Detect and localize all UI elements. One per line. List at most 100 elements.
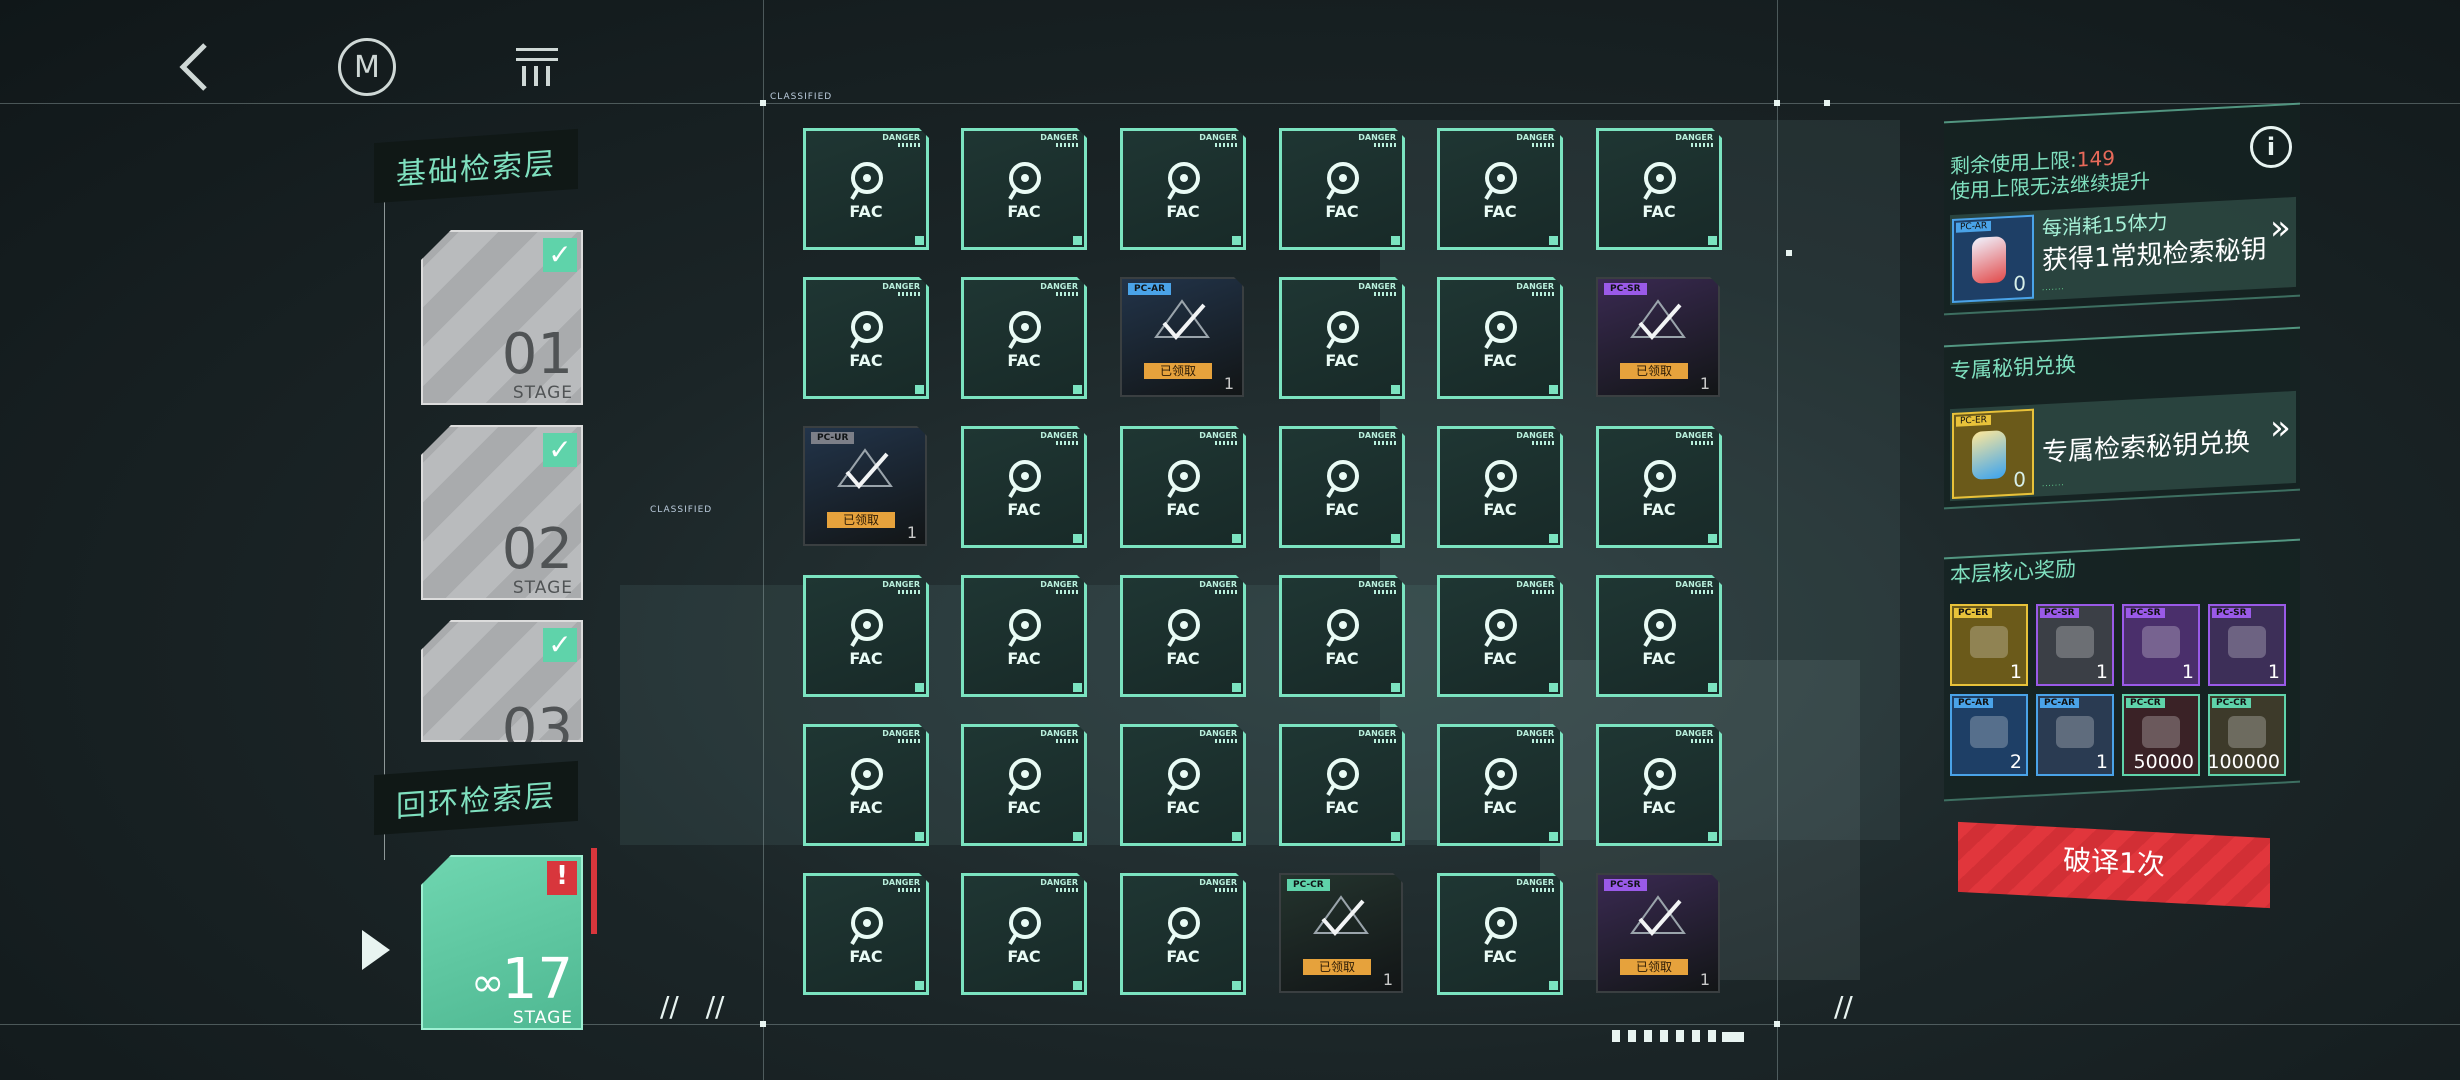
grid-cell[interactable]: DANGER FAC [1437,277,1563,399]
reward-item[interactable]: PC-CR 50000 [2122,694,2200,776]
fac-label: FAC [1166,649,1200,668]
item-count: 1 [906,523,917,542]
exchange-key-card[interactable]: PC-ER 0 专属检索秘钥兑换 ······· [1950,390,2296,502]
grid-cell[interactable]: DANGER FAC [1437,128,1563,250]
fac-label: FAC [849,947,883,966]
danger-label: DANGER [1199,431,1237,440]
grid-cell[interactable]: DANGER FAC [1437,575,1563,697]
claimed-label: 已领取 [827,512,895,528]
grid-cell[interactable]: PC-UR 已领取 1 [803,426,927,546]
corner-mark [1549,534,1558,543]
corner-mark [1232,981,1241,990]
grid-cell[interactable]: DANGER FAC [1120,128,1246,250]
claimed-label: 已领取 [1620,959,1688,975]
frame-marker [1824,100,1830,106]
grid-cell[interactable]: DANGER FAC [961,575,1087,697]
search-icon [1324,159,1362,203]
grid-cell[interactable]: DANGER FAC [1596,724,1722,846]
grid-cell[interactable]: DANGER FAC [1279,575,1405,697]
grid-cell[interactable]: DANGER FAC [1279,724,1405,846]
stage-number: 03 [501,697,573,762]
reward-item[interactable]: PC-AR 1 [2036,694,2114,776]
reward-item[interactable]: PC-AR 2 [1950,694,2028,776]
grid-cell[interactable]: DANGER FAC [961,128,1087,250]
logo-button[interactable]: M [332,32,402,102]
grid-cell[interactable]: DANGER FAC [1596,575,1722,697]
search-icon [1006,606,1044,650]
frame-marker [760,1021,766,1027]
grid-cell[interactable]: DANGER FAC [1279,426,1405,548]
alert-bar [591,848,597,934]
corner-mark [1549,981,1558,990]
grid-cell[interactable]: DANGER FAC [961,277,1087,399]
grid-cell[interactable]: DANGER FAC [1596,426,1722,548]
grid-cell[interactable]: DANGER FAC [961,873,1087,995]
search-icon [1006,904,1044,948]
stripe-deco [1215,441,1237,445]
corner-mark [1232,236,1241,245]
exchange-text: 专属检索秘钥兑换 [2042,427,2251,469]
stripe-deco [898,888,920,892]
reward-item[interactable]: PC-SR 1 [2122,604,2200,686]
claimed-label: 已领取 [1144,363,1212,379]
rarity-tag: PC-SR [1604,879,1647,891]
reward-image-icon [2056,716,2094,748]
danger-label: DANGER [1358,282,1396,291]
grid-cell[interactable]: DANGER FAC [1120,426,1246,548]
info-button[interactable]: i [2250,126,2292,168]
current-stage-card[interactable]: ! ∞ 17 STAGE [421,855,583,1030]
fac-label: FAC [1483,649,1517,668]
stage-rail [384,180,385,860]
search-icon [848,606,886,650]
stage-card-02[interactable]: ✓ 02 STAGE [421,425,583,600]
danger-label: DANGER [882,282,920,291]
grid-cell[interactable]: DANGER FAC [1596,128,1722,250]
corner-mark [1391,534,1400,543]
grid-cell[interactable]: PC-SR 已领取 1 [1596,873,1720,993]
reward-count: 2 [2009,751,2022,773]
grid-cell[interactable]: PC-AR 已领取 1 [1120,277,1244,397]
grid-cell[interactable]: DANGER FAC [803,873,929,995]
reward-item[interactable]: PC-ER 1 [1950,604,2028,686]
claimed-check-icon [1311,893,1371,943]
corner-mark [1073,236,1082,245]
danger-label: DANGER [1040,878,1078,887]
grid-cell[interactable]: DANGER FAC [961,426,1087,548]
grid-cell[interactable]: DANGER FAC [1279,128,1405,250]
item-count: 1 [1382,970,1393,989]
grid-cell[interactable]: DANGER FAC [961,724,1087,846]
corner-mark [1549,832,1558,841]
stamina-key-card[interactable]: PC-AR 0 每消耗15体力 获得1常规检索秘钥 ······· [1950,196,2296,306]
reward-item[interactable]: PC-SR 1 [2036,604,2114,686]
stage-card-03[interactable]: ✓ 03 [421,620,583,742]
back-button[interactable] [158,32,228,102]
reward-item[interactable]: PC-SR 1 [2208,604,2286,686]
claimed-check-icon [1628,893,1688,943]
forward-arrow-1[interactable]: » [2270,208,2291,248]
frame-marker [760,100,766,106]
menu-button[interactable] [502,32,572,102]
grid-cell[interactable]: DANGER FAC [803,724,929,846]
stripe-deco [1532,441,1554,445]
grid-cell[interactable]: DANGER FAC [1120,724,1246,846]
grid-cell[interactable]: DANGER FAC [1437,724,1563,846]
grid-cell[interactable]: DANGER FAC [803,575,929,697]
grid-cell[interactable]: DANGER FAC [1120,873,1246,995]
grid-cell[interactable]: PC-CR 已领取 1 [1279,873,1403,993]
forward-arrow-2[interactable]: » [2270,408,2291,448]
grid-cell[interactable]: DANGER FAC [1279,277,1405,399]
search-icon [1482,457,1520,501]
logo-m-icon: M [338,38,396,96]
grid-cell[interactable]: DANGER FAC [803,277,929,399]
grid-cell[interactable]: DANGER FAC [803,128,929,250]
danger-label: DANGER [1516,282,1554,291]
stage-card-01[interactable]: ✓ 01 STAGE [421,230,583,405]
grid-cell[interactable]: DANGER FAC [1437,426,1563,548]
decode-button[interactable]: 破译1次 [1958,821,2270,909]
reward-item[interactable]: PC-CR 100000 [2207,694,2286,776]
grid-cell[interactable]: DANGER FAC [1437,873,1563,995]
search-icon [848,308,886,352]
grid-cell[interactable]: DANGER FAC [1120,575,1246,697]
status-deco [1722,1032,1744,1042]
grid-cell[interactable]: PC-SR 已领取 1 [1596,277,1720,397]
